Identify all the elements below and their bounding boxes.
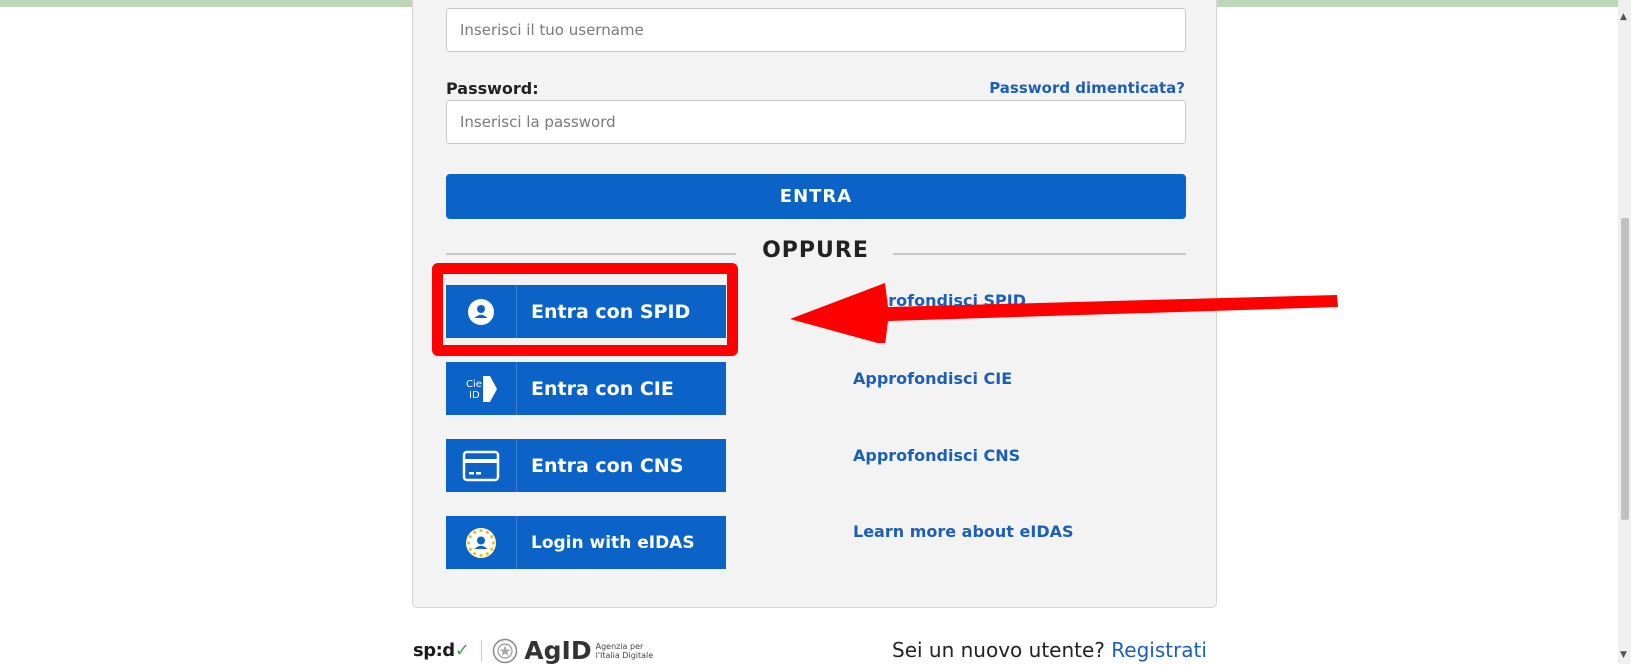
cie-id-icon: Cie ID bbox=[446, 362, 517, 415]
eidas-user-icon bbox=[446, 516, 517, 569]
cns-button-label: Entra con CNS bbox=[531, 454, 684, 477]
eidas-button-label: Login with eIDAS bbox=[531, 532, 695, 553]
register-link[interactable]: Registrati bbox=[1111, 638, 1207, 662]
logo-separator bbox=[481, 639, 483, 662]
cie-login-button[interactable]: Cie ID Entra con CIE bbox=[446, 362, 726, 415]
italy-emblem-icon bbox=[493, 638, 518, 663]
svg-text:Cie: Cie bbox=[466, 379, 482, 390]
username-input[interactable] bbox=[446, 8, 1186, 52]
spid-info-link[interactable]: Approfondisci SPID bbox=[853, 291, 1026, 310]
spid-user-icon bbox=[446, 285, 517, 338]
agid-subtitle: Agenzia per l'Italia Digitale bbox=[596, 642, 654, 660]
footer-logos: sp:d✓ AgID Agenzia per l'Italia Digitale bbox=[413, 636, 653, 665]
cie-button-label: Entra con CIE bbox=[531, 377, 674, 400]
scroll-down-arrow-icon[interactable]: ▼ bbox=[1620, 650, 1627, 660]
spid-login-button[interactable]: Entra con SPID bbox=[446, 285, 726, 338]
eidas-login-button[interactable]: Login with eIDAS bbox=[446, 516, 726, 569]
card-icon bbox=[446, 439, 517, 492]
password-input[interactable] bbox=[446, 100, 1186, 144]
entra-submit-button[interactable]: ENTRA bbox=[446, 174, 1186, 219]
cns-login-button[interactable]: Entra con CNS bbox=[446, 439, 726, 492]
cie-info-link[interactable]: Approfondisci CIE bbox=[853, 369, 1012, 388]
scrollbar-thumb[interactable] bbox=[1621, 218, 1629, 520]
new-user-text: Sei un nuovo utente? bbox=[892, 638, 1105, 662]
agid-subtitle-line1: Agenzia per bbox=[595, 641, 644, 651]
spid-button-label: Entra con SPID bbox=[531, 300, 691, 323]
password-label: Password: bbox=[446, 79, 539, 98]
registration-prompt: Sei un nuovo utente? Registrati bbox=[892, 638, 1207, 662]
agid-logo: AgID Agenzia per l'Italia Digitale bbox=[492, 636, 653, 665]
spid-logo: sp:d✓ bbox=[413, 640, 470, 661]
spid-logo-text: sp:d bbox=[413, 640, 455, 661]
eidas-info-link[interactable]: Learn more about eIDAS bbox=[853, 522, 1074, 541]
check-icon: ✓ bbox=[454, 640, 470, 661]
svg-text:ID: ID bbox=[469, 390, 480, 401]
agid-wordmark: AgID bbox=[524, 636, 592, 665]
cns-info-link[interactable]: Approfondisci CNS bbox=[853, 446, 1020, 465]
agid-subtitle-line2: l'Italia Digitale bbox=[595, 650, 654, 660]
scroll-up-arrow-icon[interactable]: ▲ bbox=[1620, 12, 1627, 22]
divider-text: OPPURE bbox=[762, 238, 869, 263]
forgot-password-link[interactable]: Password dimenticata? bbox=[989, 79, 1185, 97]
